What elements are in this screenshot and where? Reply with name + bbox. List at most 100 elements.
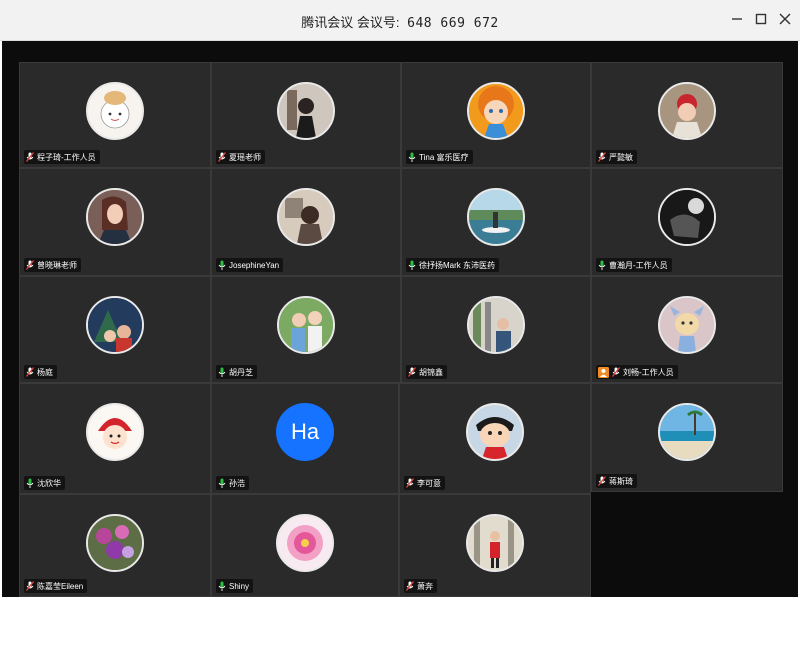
avatar — [467, 188, 525, 246]
participant-tile[interactable]: 曾晓琳老师 — [19, 168, 211, 276]
participant-name-tag: 曾晓琳老师 — [24, 258, 81, 272]
participant-tile[interactable]: 杨庭 — [19, 276, 211, 383]
participant-name-tag: 孙浩 — [216, 476, 249, 490]
participant-name: 陈嘉莹Eileen — [37, 581, 84, 591]
mic-active-icon — [26, 478, 34, 488]
participant-tile[interactable]: 陈嘉莹Eileen — [19, 494, 211, 597]
title-bar: 腾讯会议 会议号: 648 669 672 — [0, 0, 800, 41]
meeting-id: 648 669 672 — [407, 16, 499, 31]
mic-active-icon — [598, 260, 606, 270]
participant-name-tag: Shiny — [216, 579, 254, 593]
avatar — [276, 514, 334, 572]
participant-name: 刘畅-工作人员 — [623, 367, 674, 377]
mic-muted-icon — [408, 367, 416, 377]
participant-name: 李可意 — [417, 478, 441, 488]
avatar — [277, 82, 335, 140]
mic-active-icon — [218, 367, 226, 377]
participant-tile[interactable]: Ha 孙浩 — [211, 383, 399, 494]
avatar — [467, 296, 525, 354]
participant-tile[interactable]: Shiny — [211, 494, 399, 597]
participant-tile[interactable]: Tina 富乐医疗 — [401, 62, 591, 168]
participant-tile[interactable]: 严懿敏 — [591, 62, 783, 168]
avatar: Ha — [276, 403, 334, 461]
avatar — [277, 296, 335, 354]
participant-name: 夏瑶老师 — [229, 152, 261, 162]
participant-name: 胡丹芝 — [229, 367, 253, 377]
participant-tile[interactable]: 李可意 — [399, 383, 591, 494]
window-title: 腾讯会议 会议号: 648 669 672 — [0, 12, 800, 31]
close-icon[interactable] — [776, 10, 794, 28]
participant-name-tag: 胡丹芝 — [216, 365, 257, 379]
participant-name-tag: 蒋斯琦 — [596, 474, 637, 488]
participant-tile[interactable]: 萧奔 — [399, 494, 591, 597]
participant-name-tag: 曹瀚月-工作人员 — [596, 258, 672, 272]
participant-name: 程子琦-工作人员 — [37, 152, 96, 162]
participant-name: 徐抒扬Mark 东沛医药 — [419, 260, 495, 270]
mic-muted-icon — [406, 581, 414, 591]
participant-tile[interactable]: JosephineYan — [211, 168, 401, 276]
participant-tile[interactable]: 沈欣华 — [19, 383, 211, 494]
mic-active-icon — [218, 581, 226, 591]
participant-name: 杨庭 — [37, 367, 53, 377]
participant-name-tag: 萧奔 — [404, 579, 437, 593]
participant-tile[interactable]: 曹瀚月-工作人员 — [591, 168, 783, 276]
avatar — [658, 403, 716, 461]
participant-name-tag: JosephineYan — [216, 258, 284, 272]
participant-tile[interactable]: 程子琦-工作人员 — [19, 62, 211, 168]
mic-muted-icon — [612, 367, 620, 377]
participant-name: 孙浩 — [229, 478, 245, 488]
participant-name-tag: 刘畅-工作人员 — [596, 365, 678, 379]
participant-tile[interactable]: 胡丹芝 — [211, 276, 401, 383]
mic-muted-icon — [26, 367, 34, 377]
participant-name: Tina 富乐医疗 — [419, 152, 469, 162]
avatar — [86, 82, 144, 140]
participant-tile[interactable]: 刘畅-工作人员 — [591, 276, 783, 383]
participant-name-tag: 胡锦鑫 — [406, 365, 447, 379]
mic-muted-icon — [598, 152, 606, 162]
participant-name: 严懿敏 — [609, 152, 633, 162]
participant-name: 萧奔 — [417, 581, 433, 591]
participant-name: 曾晓琳老师 — [37, 260, 77, 270]
mic-active-icon — [218, 260, 226, 270]
avatar — [658, 82, 716, 140]
participant-tile[interactable]: 夏瑶老师 — [211, 62, 401, 168]
avatar — [467, 82, 525, 140]
minimize-icon[interactable] — [728, 10, 746, 28]
mic-muted-icon — [218, 152, 226, 162]
mic-active-icon — [408, 152, 416, 162]
maximize-icon[interactable] — [752, 10, 770, 28]
participant-name-tag: 杨庭 — [24, 365, 57, 379]
participant-name: 曹瀚月-工作人员 — [609, 260, 668, 270]
participant-name-tag: 严懿敏 — [596, 150, 637, 164]
host-icon — [598, 366, 609, 378]
mic-active-icon — [408, 260, 416, 270]
participant-name-tag: Tina 富乐医疗 — [406, 150, 473, 164]
avatar — [86, 514, 144, 572]
avatar — [658, 188, 716, 246]
avatar — [86, 188, 144, 246]
participant-name-tag: 陈嘉莹Eileen — [24, 579, 88, 593]
avatar — [466, 514, 524, 572]
mic-active-icon — [218, 478, 226, 488]
mic-muted-icon — [26, 581, 34, 591]
participant-tile[interactable]: 胡锦鑫 — [401, 276, 591, 383]
participant-name-tag: 徐抒扬Mark 东沛医药 — [406, 258, 499, 272]
mic-muted-icon — [26, 152, 34, 162]
participant-name-tag: 夏瑶老师 — [216, 150, 265, 164]
mic-muted-icon — [406, 478, 414, 488]
participant-tile[interactable]: 蒋斯琦 — [591, 383, 783, 492]
participant-name-tag: 沈欣华 — [24, 476, 65, 490]
participant-name-tag: 程子琦-工作人员 — [24, 150, 100, 164]
video-grid: 程子琦-工作人员 夏瑶老师 Tina 富乐医疗 严懿敏 曾晓琳老师 Joseph… — [2, 41, 798, 597]
avatar — [86, 403, 144, 461]
participant-name: 胡锦鑫 — [419, 367, 443, 377]
participant-tile[interactable]: 徐抒扬Mark 东沛医药 — [401, 168, 591, 276]
participant-name: 沈欣华 — [37, 478, 61, 488]
participant-name-tag: 李可意 — [404, 476, 445, 490]
mic-muted-icon — [26, 260, 34, 270]
participant-name: JosephineYan — [229, 260, 280, 270]
avatar — [86, 296, 144, 354]
participant-name: 蒋斯琦 — [609, 476, 633, 486]
avatar — [466, 403, 524, 461]
mic-muted-icon — [598, 476, 606, 486]
